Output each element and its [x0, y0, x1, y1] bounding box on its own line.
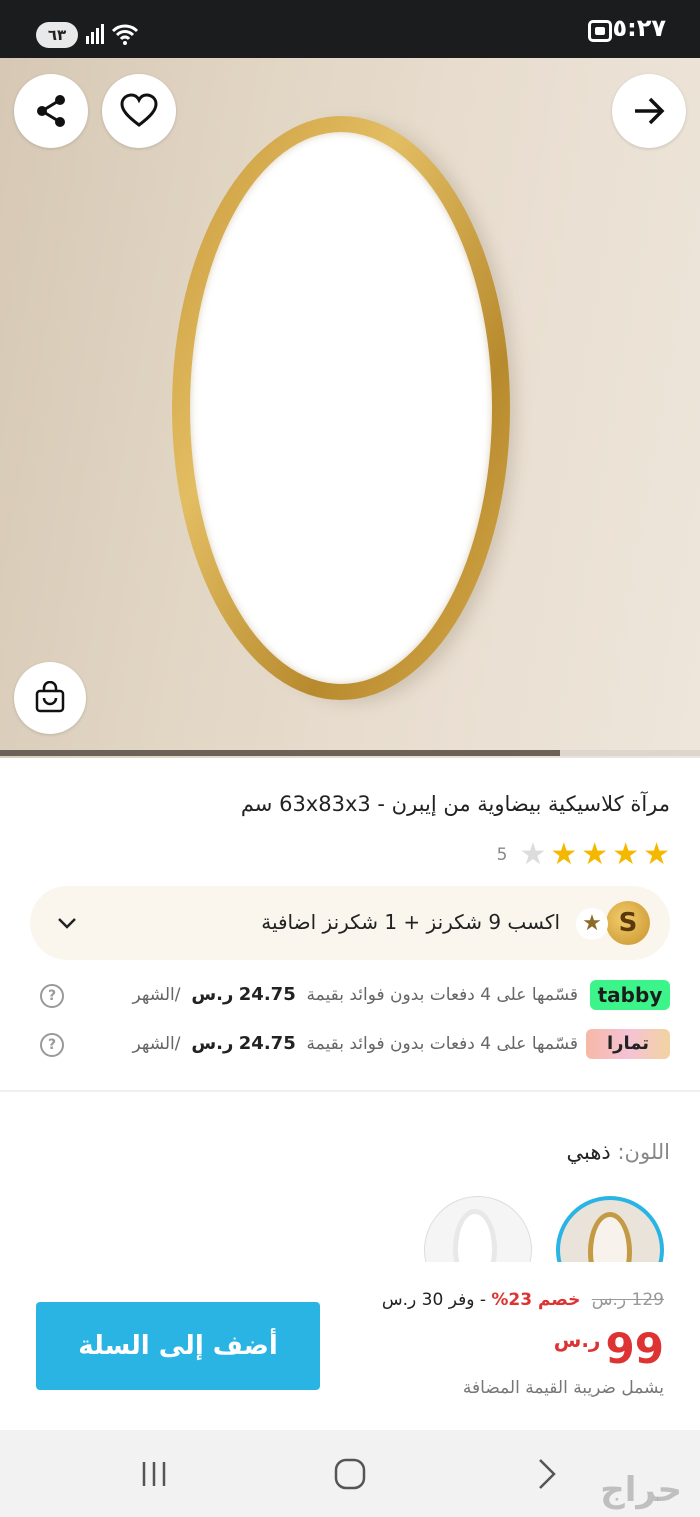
share-icon — [37, 95, 65, 127]
heart-icon — [120, 93, 158, 127]
star-filled-icon: ★ — [550, 837, 578, 872]
rating-stars: ★ ★ ★ ★ ★ — [519, 840, 670, 870]
gallery-progress-fill — [560, 750, 700, 756]
shopping-bag-icon — [35, 681, 65, 713]
vat-note: يشمل ضريبة القيمة المضافة — [462, 1378, 664, 1398]
help-icon[interactable]: ? — [40, 1033, 64, 1057]
wishlist-button[interactable] — [102, 74, 176, 148]
old-price: 129 ر.س — [591, 1290, 664, 1310]
rewards-banner[interactable]: S ★ اكسب 9 شكرنز + 1 شكرنز اضافية — [30, 886, 670, 960]
installment-row-tamara[interactable]: تمارا قسّمها على 4 دفعات بدون فوائد بقيم… — [40, 1027, 670, 1063]
star-empty-icon: ★ — [519, 837, 547, 872]
star-filled-icon: ★ — [581, 837, 609, 872]
back-nav-icon[interactable] — [528, 1456, 564, 1492]
product-image-gallery[interactable] — [0, 58, 700, 758]
tabby-logo: tabby — [590, 980, 670, 1010]
share-button[interactable] — [14, 74, 88, 148]
signal-icon — [86, 24, 104, 44]
installment-text: قسّمها على 4 دفعات بدون فوائد بقيمة 24.7… — [132, 984, 579, 1005]
watermark-logo: حراج — [600, 1470, 682, 1510]
discount-badge: خصم 23% — [491, 1290, 581, 1310]
purchase-bar: 129 ر.س خصم 23% - وفر 30 ر.س 99 ر.س يشمل… — [0, 1262, 700, 1430]
installment-row-tabby[interactable]: tabby قسّمها على 4 دفعات بدون فوائد بقيم… — [40, 978, 670, 1014]
section-divider — [0, 1090, 700, 1092]
home-icon[interactable] — [332, 1456, 368, 1492]
back-button[interactable] — [612, 74, 686, 148]
screenshot-icon — [588, 20, 612, 42]
gallery-progress-bar — [0, 750, 700, 756]
recent-apps-icon[interactable] — [136, 1456, 172, 1492]
product-image-mirror-glass — [190, 132, 492, 684]
wifi-icon — [111, 24, 139, 45]
saving-amount: - وفر 30 ر.س — [381, 1290, 486, 1310]
status-bar: ٦٣ ٥:٢٧ — [0, 0, 700, 58]
product-title: مرآة كلاسيكية بيضاوية من إيبرن - 63x83x3… — [240, 792, 670, 816]
arrow-right-icon — [635, 97, 665, 125]
help-icon[interactable]: ? — [40, 984, 64, 1008]
rating-count: 5 — [496, 845, 508, 865]
price-value: 99 — [605, 1324, 664, 1373]
chevron-down-icon[interactable] — [56, 912, 78, 934]
star-icon: ★ — [576, 908, 608, 940]
color-selector-label: اللون: ذهبي — [566, 1140, 671, 1164]
battery-indicator: ٦٣ — [36, 22, 78, 48]
current-price: 99 ر.س — [546, 1324, 664, 1373]
star-filled-icon: ★ — [612, 837, 640, 872]
add-to-cart-button[interactable]: أضف إلى السلة — [36, 1302, 320, 1390]
status-time: ٥:٢٧ — [612, 14, 666, 42]
product-rating[interactable]: ★ ★ ★ ★ ★ 5 — [497, 840, 670, 870]
tamara-logo: تمارا — [586, 1029, 670, 1059]
rewards-text: اكسب 9 شكرنز + 1 شكرنز اضافية — [261, 910, 560, 934]
installment-text: قسّمها على 4 دفعات بدون فوائد بقيمة 24.7… — [132, 1033, 579, 1054]
star-filled-icon: ★ — [643, 837, 670, 872]
cart-button[interactable] — [14, 662, 86, 734]
price-currency: ر.س — [553, 1328, 601, 1352]
shukranz-logo: S — [606, 901, 650, 945]
system-nav-bar: حراج — [0, 1430, 700, 1517]
discount-line: 129 ر.س خصم 23% - وفر 30 ر.س — [382, 1290, 664, 1310]
